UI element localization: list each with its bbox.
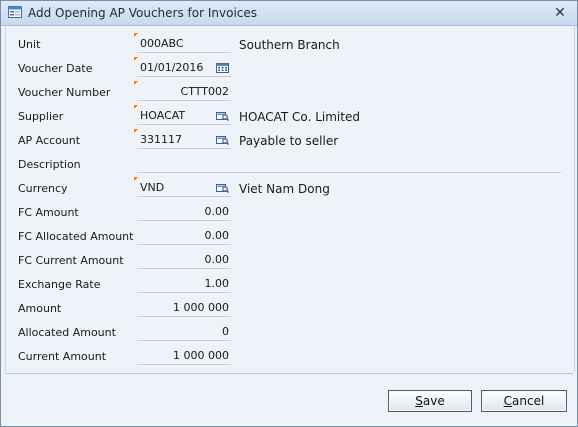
allocated-amount-row: Allocated Amount 0 [6, 324, 574, 342]
lookup-icon[interactable] [216, 135, 229, 145]
cancel-label-rest: ancel [512, 394, 545, 408]
allocated-amount-value: 0 [222, 325, 229, 338]
fc-allocated-amount-field[interactable]: 0.00 [137, 228, 231, 245]
voucher-date-field[interactable]: 01/01/2016 [134, 57, 231, 77]
supplier-value: HOACAT [140, 109, 186, 122]
allocated-amount-label: Allocated Amount [18, 326, 116, 339]
supplier-label: Supplier [18, 110, 64, 123]
amount-field[interactable]: 1 000 000 [137, 300, 231, 317]
fc-amount-value: 0.00 [204, 205, 230, 218]
voucher-date-value: 01/01/2016 [140, 61, 204, 74]
fc-allocated-amount-row: FC Allocated Amount 0.00 [6, 228, 574, 246]
button-bar: Save Cancel [5, 373, 573, 422]
ap-account-field[interactable]: 331117 [134, 129, 231, 149]
form-window-icon [8, 6, 22, 18]
fc-current-amount-label: FC Current Amount [18, 254, 124, 267]
current-amount-value: 1 000 000 [173, 349, 229, 362]
currency-description: Viet Nam Dong [239, 182, 330, 196]
fc-allocated-amount-value: 0.00 [204, 229, 230, 242]
exchange-rate-label: Exchange Rate [18, 278, 101, 291]
unit-label: Unit [18, 38, 41, 51]
exchange-rate-row: Exchange Rate 1.00 [6, 276, 574, 294]
ap-account-row: AP Account 331117 Payable to seller [6, 129, 574, 150]
current-amount-row: Current Amount 1 000 000 [6, 348, 574, 366]
form-panel: Unit 000ABC Southern Branch Voucher Date… [5, 26, 575, 372]
lookup-icon[interactable] [216, 111, 229, 121]
allocated-amount-field[interactable]: 0 [137, 324, 231, 341]
voucher-number-field[interactable]: CTTT002 [134, 81, 231, 101]
exchange-rate-field[interactable]: 1.00 [137, 276, 231, 293]
calendar-icon[interactable] [216, 63, 229, 73]
cancel-button[interactable]: Cancel [481, 390, 567, 412]
voucher-date-label: Voucher Date [18, 62, 93, 75]
exchange-rate-value: 1.00 [204, 277, 230, 290]
fc-amount-field[interactable]: 0.00 [137, 204, 231, 221]
unit-description: Southern Branch [239, 38, 340, 52]
amount-label: Amount [18, 302, 62, 315]
lookup-icon[interactable] [216, 183, 229, 193]
unit-value: 000ABC [140, 37, 184, 50]
ap-account-description: Payable to seller [239, 134, 339, 148]
currency-row: Currency VND Viet Nam Dong [6, 177, 574, 198]
current-amount-label: Current Amount [18, 350, 107, 363]
currency-field[interactable]: VND [134, 177, 231, 197]
fc-current-amount-field[interactable]: 0.00 [137, 252, 231, 269]
voucher-number-value: CTTT002 [180, 85, 229, 98]
voucher-date-row: Voucher Date 01/01/2016 [6, 57, 574, 78]
unit-row: Unit 000ABC Southern Branch [6, 33, 574, 54]
save-mnemonic: S [415, 394, 423, 408]
ap-account-label: AP Account [18, 134, 81, 147]
dialog-window: Add Opening AP Vouchers for Invoices ✕ U… [0, 0, 578, 427]
unit-field[interactable]: 000ABC [134, 33, 231, 53]
window-title: Add Opening AP Vouchers for Invoices [28, 6, 258, 20]
supplier-description: HOACAT Co. Limited [239, 110, 360, 124]
ap-account-value: 331117 [140, 133, 182, 146]
voucher-number-label: Voucher Number [18, 86, 111, 99]
fc-allocated-amount-label: FC Allocated Amount [18, 230, 134, 243]
currency-label: Currency [18, 182, 68, 195]
fc-amount-row: FC Amount 0.00 [6, 204, 574, 222]
fc-current-amount-value: 0.00 [204, 253, 230, 266]
fc-amount-label: FC Amount [18, 206, 79, 219]
supplier-row: Supplier HOACAT HOACAT Co. Limited [6, 105, 574, 126]
description-label: Description [18, 158, 81, 171]
cancel-mnemonic: C [503, 394, 513, 408]
description-field[interactable] [137, 156, 561, 173]
currency-value: VND [140, 181, 165, 194]
save-button[interactable]: Save [388, 390, 472, 412]
save-label-rest: ave [422, 394, 445, 408]
current-amount-field[interactable]: 1 000 000 [137, 348, 231, 365]
amount-row: Amount 1 000 000 [6, 300, 574, 318]
fc-current-amount-row: FC Current Amount 0.00 [6, 252, 574, 270]
title-bar: Add Opening AP Vouchers for Invoices ✕ [1, 1, 577, 26]
amount-value: 1 000 000 [173, 301, 229, 314]
close-button[interactable]: ✕ [551, 5, 569, 21]
voucher-number-row: Voucher Number CTTT002 [6, 81, 574, 102]
description-row: Description [6, 156, 574, 174]
supplier-field[interactable]: HOACAT [134, 105, 231, 125]
